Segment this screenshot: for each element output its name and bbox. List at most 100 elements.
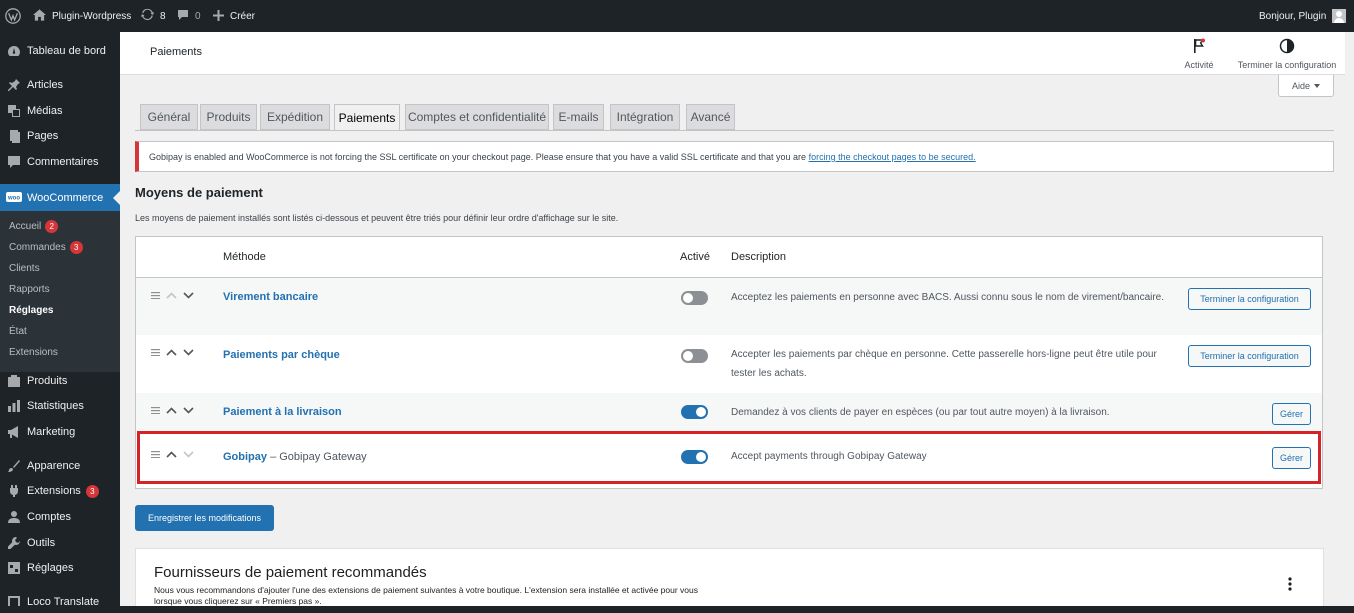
new-label: Créer [230,10,256,22]
avatar [1332,9,1347,23]
new-content-link[interactable]: Créer [213,0,255,32]
sidebar-item-woocommerce[interactable]: woo WooCommerce [0,184,120,211]
comments-link[interactable]: 0 [177,0,201,32]
greeting: Bonjour, Plugin [1259,10,1327,22]
sidebar-item-outils[interactable]: Outils [0,532,120,554]
column-header-description: Description [731,251,787,263]
drag-handle-icon[interactable] [151,407,160,414]
sidebar-item-comptes[interactable]: Comptes [0,506,120,528]
submenu-item-accueil[interactable]: Accueil 2 [9,220,59,233]
products-icon [6,373,22,389]
secure-checkout-link[interactable]: forcing the checkout pages to be secured… [809,152,976,162]
tab-produits[interactable]: Produits [200,104,257,130]
svg-text:woo: woo [7,195,20,201]
tab-integration[interactable]: Intégration [610,104,680,130]
tab-emails[interactable]: E-mails [553,104,604,130]
highlight-box [137,431,1321,484]
tab-expedition[interactable]: Expédition [260,104,330,130]
move-up-icon[interactable] [166,407,177,414]
stats-icon [6,398,22,414]
pin-icon [6,77,22,93]
plugin-icon [6,483,22,499]
submenu-label: État [9,326,27,337]
gateway-enabled-toggle[interactable] [681,405,708,419]
comment-bubble-icon [177,9,189,24]
right-scrollbar-gutter [1345,32,1354,613]
page-icon [6,128,22,144]
sidebar-item-comments[interactable]: Commentaires [0,151,120,173]
submenu-item-rapports[interactable]: Rapports [9,284,50,295]
save-changes-button[interactable]: Enregistrer les modifications [135,505,274,531]
sidebar-item-label-with-badge: Extensions 3 [27,484,99,498]
submenu-item-extensions[interactable]: Extensions [9,347,58,358]
submenu-item-clients[interactable]: Clients [9,263,40,274]
sidebar-item-label: WooCommerce [27,191,104,204]
move-down-icon[interactable] [183,349,194,356]
move-down-icon[interactable] [183,407,194,414]
notice-text: Gobipay is enabled and WooCommerce is no… [149,152,976,162]
sidebar-item-produits[interactable]: Produits [0,370,120,392]
help-tab-button[interactable]: Aide [1278,75,1334,97]
wordpress-logo-icon[interactable] [5,0,21,32]
sidebar-item-dashboard[interactable]: Tableau de bord [0,40,120,62]
sidebar-item-pages[interactable]: Pages [0,125,120,147]
finish-setup-gateway-button[interactable]: Terminer la configuration [1188,288,1311,310]
flag-icon [1192,38,1206,60]
sort-controls [151,407,194,414]
sidebar-item-label: Tableau de bord [27,45,106,57]
recommended-title: Fournisseurs de paiement recommandés [154,564,427,581]
drag-handle-icon[interactable] [151,292,160,299]
finish-setup-button[interactable]: Terminer la configuration [1232,38,1342,70]
gateway-name-link[interactable]: Paiements par chèque [223,349,340,361]
move-up-icon[interactable] [166,349,177,356]
table-row: Paiements par chèque Accepter les paieme… [136,335,1322,393]
sidebar-item-apparence[interactable]: Apparence [0,455,120,477]
drag-handle-icon[interactable] [151,349,160,356]
gateway-enabled-toggle[interactable] [681,291,708,305]
admin-sidebar: Tableau de bord Articles Médias Pages Co… [0,32,120,613]
submenu-item-commandes[interactable]: Commandes 3 [9,241,83,254]
sidebar-item-articles[interactable]: Articles [0,74,120,96]
comment-icon [6,154,22,170]
toggle-knob [683,351,693,361]
woo-icon: woo [6,190,22,206]
sidebar-item-reglages[interactable]: Réglages [0,557,120,579]
tab-avance[interactable]: Avancé [686,104,735,130]
sidebar-item-label: Réglages [27,562,74,574]
table-row: Virement bancaire Acceptez les paiements… [136,278,1322,335]
finish-setup-gateway-button[interactable]: Terminer la configuration [1188,345,1311,367]
sidebar-item-medias[interactable]: Médias [0,100,120,122]
gateway-description: Acceptez les paiements en personne avec … [731,292,1165,303]
submenu-item-reglages[interactable]: Réglages [9,305,53,316]
more-options-icon[interactable] [1288,577,1292,594]
gateway-enabled-toggle[interactable] [681,349,708,363]
half-circle-icon [1279,38,1295,60]
gateway-name-link[interactable]: Virement bancaire [223,291,318,303]
sidebar-item-marketing[interactable]: Marketing [0,421,120,443]
move-up-icon[interactable] [166,292,177,299]
submenu-item-etat[interactable]: État [9,326,27,337]
gateway-name-link[interactable]: Paiement à la livraison [223,406,342,418]
sidebar-item-label: Pages [27,130,59,142]
sidebar-item-extensions[interactable]: Extensions 3 [0,480,120,502]
sidebar-item-label: Comptes [27,511,72,523]
media-icon [6,103,22,119]
sidebar-item-label: Médias [27,105,63,117]
submenu-label: Clients [9,263,40,274]
activity-button[interactable]: Activité [1182,38,1216,70]
updates-link[interactable]: 8 [141,0,166,32]
tab-comptes-confidentialite[interactable]: Comptes et confidentialité [405,104,549,130]
updates-icon [141,8,154,24]
settings-icon [6,560,22,576]
plus-icon [213,9,224,24]
sidebar-item-statistiques[interactable]: Statistiques [0,395,120,417]
count-badge: 3 [69,241,83,254]
site-name-link[interactable]: Plugin-Wordpress [33,0,131,32]
tab-paiements[interactable]: Paiements [334,104,400,131]
tab-general[interactable]: Général [140,104,198,130]
sidebar-item-label: Commentaires [27,156,99,168]
manage-gateway-button[interactable]: Gérer [1272,403,1311,425]
my-account-link[interactable]: Bonjour, Plugin [1259,0,1347,32]
comments-count: 0 [195,10,201,22]
move-down-icon[interactable] [183,292,194,299]
